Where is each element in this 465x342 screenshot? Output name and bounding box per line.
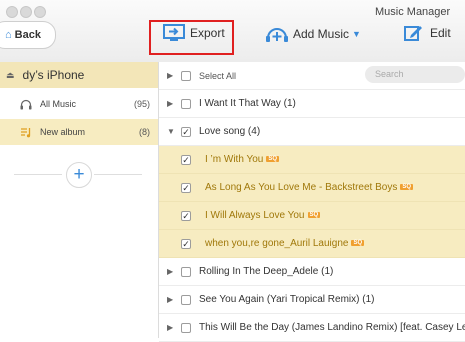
song-title: I ’m With You SQ: [205, 154, 280, 165]
export-icon: [163, 24, 185, 41]
minimize-window-button[interactable]: [20, 6, 32, 18]
list-item[interactable]: ▶ Rolling In The Deep_Adele (1): [159, 258, 465, 286]
device-item[interactable]: ⏏ dy’s iPhone: [0, 62, 158, 88]
sidebar-item-count: (95): [133, 99, 150, 109]
select-all-label: Select All: [199, 70, 237, 81]
row-checkbox[interactable]: [181, 294, 191, 305]
list-item[interactable]: ▶ See You Again (Yari Tropical Remix) (1…: [159, 286, 465, 314]
expand-triangle-icon[interactable]: ▶: [167, 99, 173, 108]
add-music-button[interactable]: Add Music ▼: [265, 24, 361, 44]
row-checkbox[interactable]: ✓: [181, 210, 191, 221]
row-checkbox[interactable]: [181, 322, 191, 333]
expand-triangle-icon[interactable]: ▶: [167, 295, 173, 304]
playlist-icon: [21, 127, 31, 137]
sq-badge: SQ: [307, 212, 321, 219]
list-item[interactable]: ✓ I ’m With You SQ: [159, 146, 465, 174]
export-button-label: Export: [190, 26, 225, 40]
back-button-label: Back: [14, 29, 41, 41]
window-title: Music Manager: [375, 6, 451, 18]
edit-button-label: Edit: [430, 26, 451, 40]
sq-badge: SQ: [400, 184, 414, 191]
edit-icon: [404, 26, 422, 41]
eject-icon[interactable]: ⏏: [6, 70, 15, 81]
back-button[interactable]: ⌂ Back: [0, 21, 56, 49]
sidebar-item-count: (8): [139, 127, 150, 137]
add-playlist-area: +: [0, 162, 158, 188]
song-title: when you,re gone_Auril Lauigne SQ: [205, 238, 365, 249]
list-item[interactable]: ▶ I Want It That Way (1): [159, 90, 465, 118]
search-input[interactable]: Search: [365, 66, 465, 83]
sq-badge: SQ: [351, 240, 365, 247]
add-music-button-label: Add Music: [293, 27, 350, 41]
row-label: See You Again (Yari Tropical Remix) (1): [199, 294, 375, 305]
house-icon: ⌂: [5, 29, 12, 41]
row-checkbox[interactable]: ✓: [181, 182, 191, 193]
list-item[interactable]: ▼ ✓ Love song (4): [159, 118, 465, 146]
chevron-down-icon[interactable]: ▼: [352, 29, 361, 39]
expand-triangle-icon[interactable]: ▶: [167, 267, 173, 276]
sidebar-item-label: All Music: [40, 99, 77, 109]
add-music-icon: [266, 28, 288, 42]
plus-icon: +: [73, 164, 85, 185]
row-label: Rolling In The Deep_Adele (1): [199, 266, 334, 277]
expand-triangle-icon[interactable]: ▶: [167, 71, 173, 80]
row-checkbox[interactable]: [181, 266, 191, 277]
close-window-button[interactable]: [6, 6, 18, 18]
row-checkbox[interactable]: ✓: [181, 126, 191, 137]
song-list: ▶ Select All Search ▶ I Want It That Way…: [159, 62, 465, 342]
song-title: I Will Always Love You SQ: [205, 210, 321, 221]
edit-button[interactable]: Edit: [404, 24, 451, 42]
row-checkbox[interactable]: ✓: [181, 238, 191, 249]
sidebar: ⏏ dy’s iPhone All Music (95) New album (…: [0, 62, 159, 338]
device-name: dy’s iPhone: [22, 68, 85, 82]
sidebar-item-all-music[interactable]: All Music (95): [0, 91, 158, 117]
add-playlist-button[interactable]: +: [66, 162, 92, 188]
row-label: Love song (4): [199, 126, 261, 137]
row-label: I Want It That Way (1): [199, 98, 296, 109]
select-all-checkbox[interactable]: [181, 70, 191, 81]
song-title: As Long As You Love Me - Backstreet Boys…: [205, 182, 414, 193]
row-checkbox[interactable]: [181, 98, 191, 109]
list-item[interactable]: ✓ As Long As You Love Me - Backstreet Bo…: [159, 174, 465, 202]
expand-triangle-icon[interactable]: ▶: [167, 323, 173, 332]
row-label: This Will Be the Day (James Landino Remi…: [199, 322, 465, 333]
list-item[interactable]: ✓ when you,re gone_Auril Lauigne SQ: [159, 230, 465, 258]
collapse-triangle-icon[interactable]: ▼: [167, 127, 175, 136]
zoom-window-button[interactable]: [34, 6, 46, 18]
toolbar: Music Manager ⌂ Back Export Add Music ▼ …: [0, 0, 465, 63]
divider: [94, 174, 142, 175]
search-placeholder: Search: [375, 69, 404, 79]
list-item[interactable]: ✓ I Will Always Love You SQ: [159, 202, 465, 230]
row-checkbox[interactable]: ✓: [181, 154, 191, 165]
sidebar-item-new-album[interactable]: New album (8): [0, 119, 158, 145]
headphones-icon: [20, 99, 32, 109]
select-all-row: ▶ Select All Search: [159, 62, 465, 90]
sidebar-item-label: New album: [40, 127, 86, 137]
export-button[interactable]: Export: [163, 24, 225, 42]
sq-badge: SQ: [266, 156, 280, 163]
divider: [14, 174, 62, 175]
